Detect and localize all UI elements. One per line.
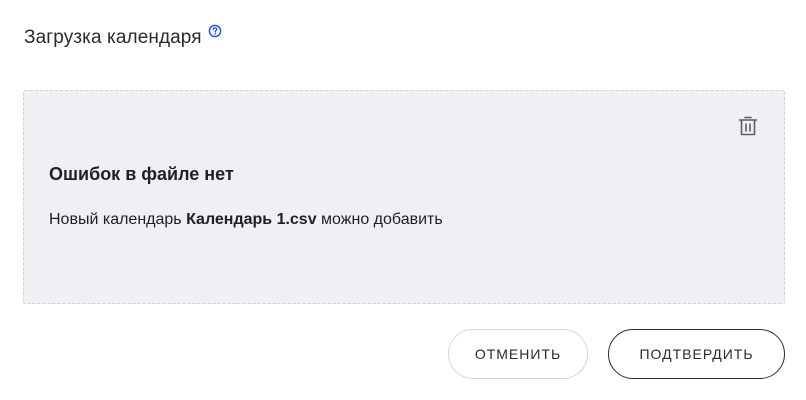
validation-heading: Ошибок в файле нет bbox=[49, 164, 234, 184]
upload-result-panel: Ошибок в файле нет Новый календарь Кален… bbox=[23, 90, 785, 304]
header: Загрузка календаря bbox=[24, 24, 222, 52]
page-title: Загрузка календаря bbox=[24, 27, 202, 48]
confirm-button[interactable]: ПОДТВЕРДИТЬ bbox=[608, 329, 785, 379]
help-icon[interactable] bbox=[208, 24, 222, 38]
message-prefix: Новый календарь bbox=[49, 211, 187, 228]
trash-icon[interactable] bbox=[736, 114, 760, 138]
validation-message: Новый календарь Календарь 1.csv можно до… bbox=[49, 211, 443, 229]
cancel-button[interactable]: ОТМЕНИТЬ bbox=[448, 329, 588, 379]
file-name: Календарь 1.csv bbox=[186, 211, 317, 228]
message-suffix: можно добавить bbox=[316, 211, 443, 228]
